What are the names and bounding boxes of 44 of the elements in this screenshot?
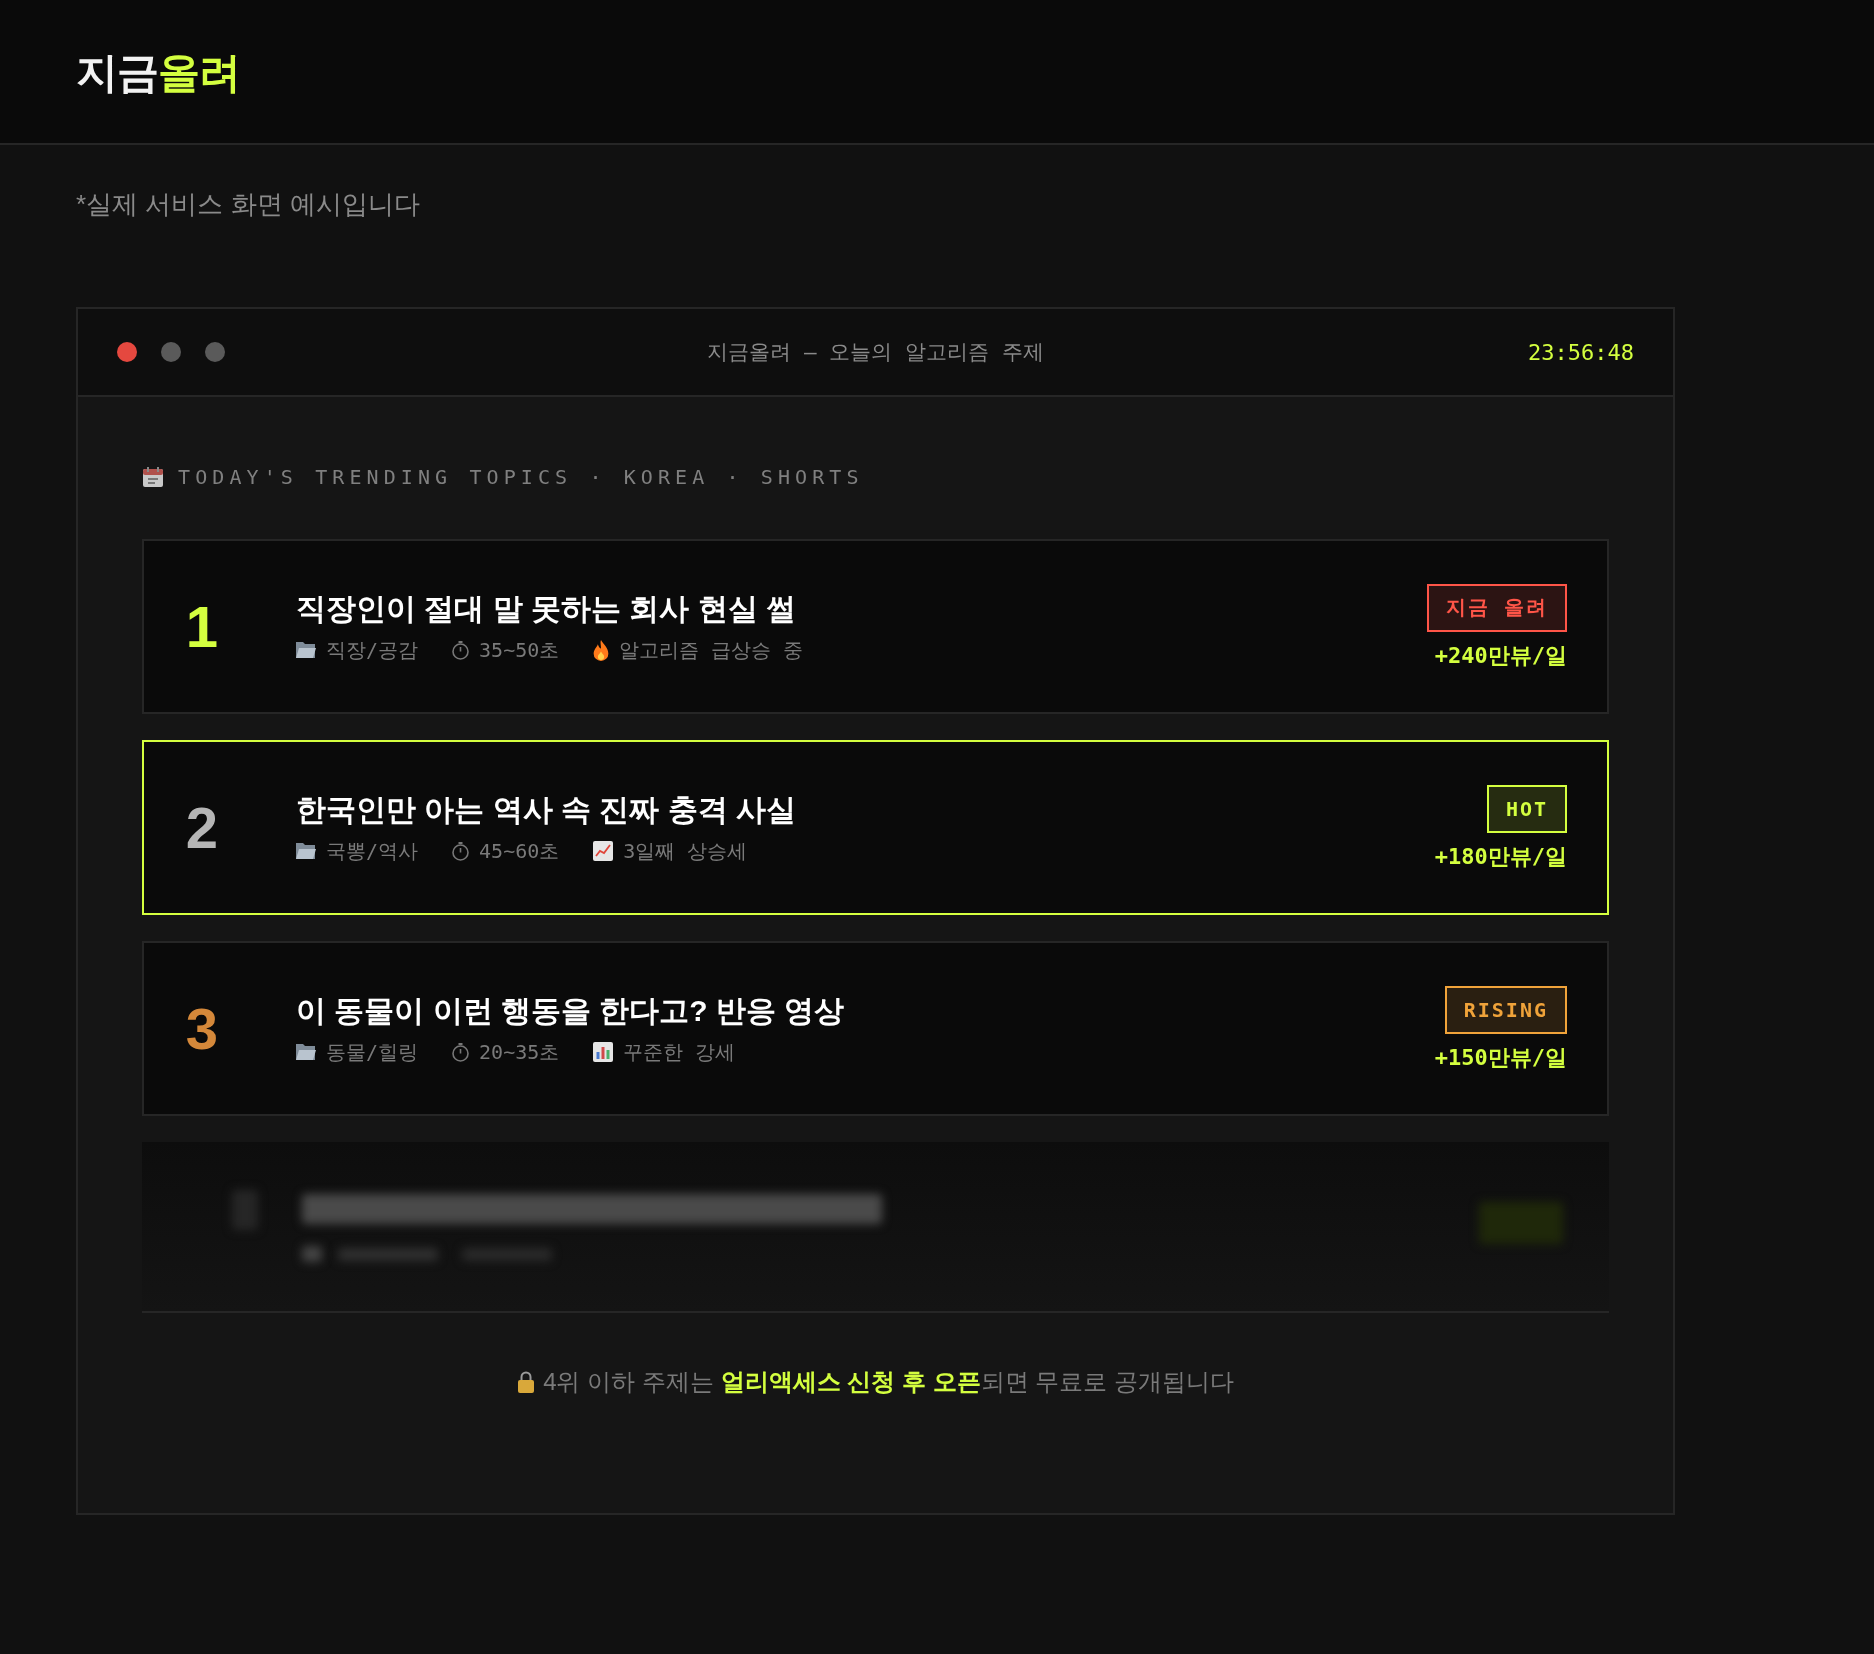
topic-card[interactable]: 2 한국인만 아는 역사 속 진짜 충격 사실 국뽕/역사 45~60초 3일째 상승세 HOT +180만뷰/일 xyxy=(142,740,1609,915)
access-notice: 4위 이하 주제는 얼리액세스 신청 후 오픈되면 무료로 공개됩니다 xyxy=(543,1367,1234,1397)
status-badge: RISING xyxy=(1444,985,1567,1034)
lock-icon xyxy=(517,1371,536,1393)
zoom-button[interactable] xyxy=(205,342,225,362)
views-per-day: +240만뷰/일 xyxy=(1434,641,1567,670)
stopwatch-icon xyxy=(452,1042,470,1062)
folder-icon xyxy=(296,843,316,859)
topic-title: 이 동물이 이런 행동을 한다고? 반응 영상 xyxy=(296,993,846,1029)
views-per-day: +150만뷰/일 xyxy=(1434,1043,1567,1072)
bar-chart-icon xyxy=(593,1042,614,1062)
topic-card[interactable]: 1 직장인이 절대 말 못하는 회사 현실 썰 직장/공감 35~50초 알고리즘 급상승 중 지금 올려 +240만뷰/일 xyxy=(142,539,1609,714)
status-badge: HOT xyxy=(1486,784,1567,833)
category-label: 국뽕/역사 xyxy=(326,838,419,864)
section-label: TODAY'S TRENDING TOPICS · KOREA · SHORTS xyxy=(178,465,864,489)
topic-title: 직장인이 절대 말 못하는 회사 현실 썰 xyxy=(296,591,797,627)
views-per-day: +180만뷰/일 xyxy=(1434,842,1567,871)
status-badge: 지금 올려 xyxy=(1426,583,1567,632)
stopwatch-icon xyxy=(452,640,470,660)
duration-label: 20~35초 xyxy=(479,1039,560,1065)
topic-card[interactable]: 3 이 동물이 이런 행동을 한다고? 반응 영상 동물/힐링 20~35초 꾸준한 강세 RISING +150만뷰/일 xyxy=(142,941,1609,1116)
category-label: 직장/공감 xyxy=(326,637,419,663)
calendar-icon xyxy=(142,466,164,488)
rank-number: 3 xyxy=(185,999,219,1058)
duration-label: 35~50초 xyxy=(479,637,560,663)
logo[interactable]: 지금올려 xyxy=(76,48,240,99)
close-button[interactable] xyxy=(117,342,137,362)
rank-number: 1 xyxy=(185,597,219,656)
duration-label: 45~60초 xyxy=(479,838,560,864)
trend-label: 꾸준한 강세 xyxy=(623,1039,736,1065)
rank-number: 2 xyxy=(185,798,219,857)
clock-time: 23:56:48 xyxy=(1528,339,1634,365)
fire-icon xyxy=(593,639,610,661)
minimize-button[interactable] xyxy=(161,342,181,362)
trend-label: 3일째 상승세 xyxy=(623,838,748,864)
trend-label: 알고리즘 급상승 중 xyxy=(619,637,804,663)
folder-icon xyxy=(296,1044,316,1060)
notice-text: *실제 서비스 화면 예시입니다 xyxy=(76,188,421,221)
topic-title: 한국인만 아는 역사 속 진짜 충격 사실 xyxy=(296,792,797,828)
line-chart-icon xyxy=(593,841,614,861)
stopwatch-icon xyxy=(452,841,470,861)
window-title: 지금올려 — 오늘의 알고리즘 주제 xyxy=(707,339,1044,366)
folder-icon xyxy=(296,642,316,658)
category-label: 동물/힐링 xyxy=(326,1039,419,1065)
